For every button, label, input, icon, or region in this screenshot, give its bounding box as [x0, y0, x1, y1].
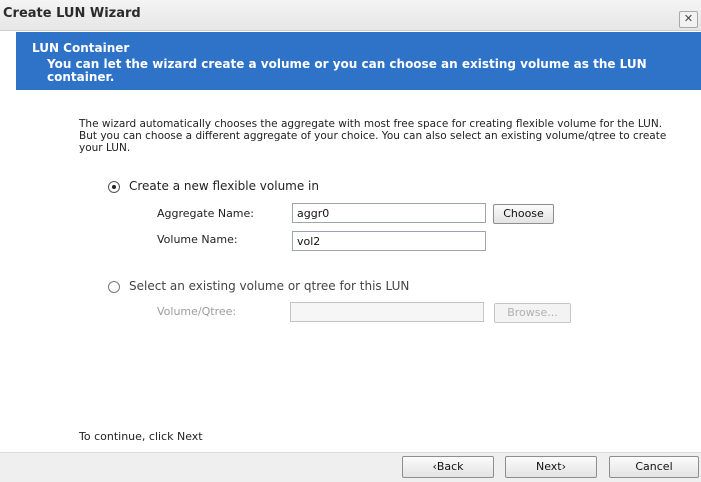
window-title: Create LUN Wizard [3, 6, 141, 21]
browse-button[interactable]: Browse... [494, 303, 571, 323]
aggregate-name-field[interactable] [292, 203, 486, 223]
intro-text: The wizard automatically chooses the agg… [79, 118, 667, 154]
choose-button[interactable]: Choose [493, 204, 554, 224]
back-button[interactable]: ‹Back [402, 456, 494, 478]
cancel-button[interactable]: Cancel [609, 456, 699, 478]
close-icon[interactable]: ✕ [679, 11, 698, 28]
volume-name-field[interactable] [292, 231, 486, 251]
radio-select-existing-label[interactable]: Select an existing volume or qtree for t… [129, 279, 409, 293]
continue-hint: To continue, click Next [79, 430, 203, 443]
volume-name-label: Volume Name: [157, 233, 238, 246]
volume-qtree-label: Volume/Qtree: [157, 305, 237, 318]
banner-title: LUN Container [32, 41, 130, 55]
banner-description: You can let the wizard create a volume o… [47, 57, 647, 84]
radio-create-new-volume-label[interactable]: Create a new flexible volume in [129, 179, 319, 193]
window-titlebar: Create LUN Wizard ✕ [0, 0, 701, 31]
header-banner: LUN Container You can let the wizard cre… [16, 32, 701, 90]
radio-select-existing[interactable] [108, 281, 120, 293]
volume-qtree-field[interactable] [290, 302, 484, 322]
next-button[interactable]: Next› [505, 456, 597, 478]
aggregate-name-label: Aggregate Name: [157, 207, 254, 220]
radio-create-new-volume[interactable] [108, 181, 120, 193]
